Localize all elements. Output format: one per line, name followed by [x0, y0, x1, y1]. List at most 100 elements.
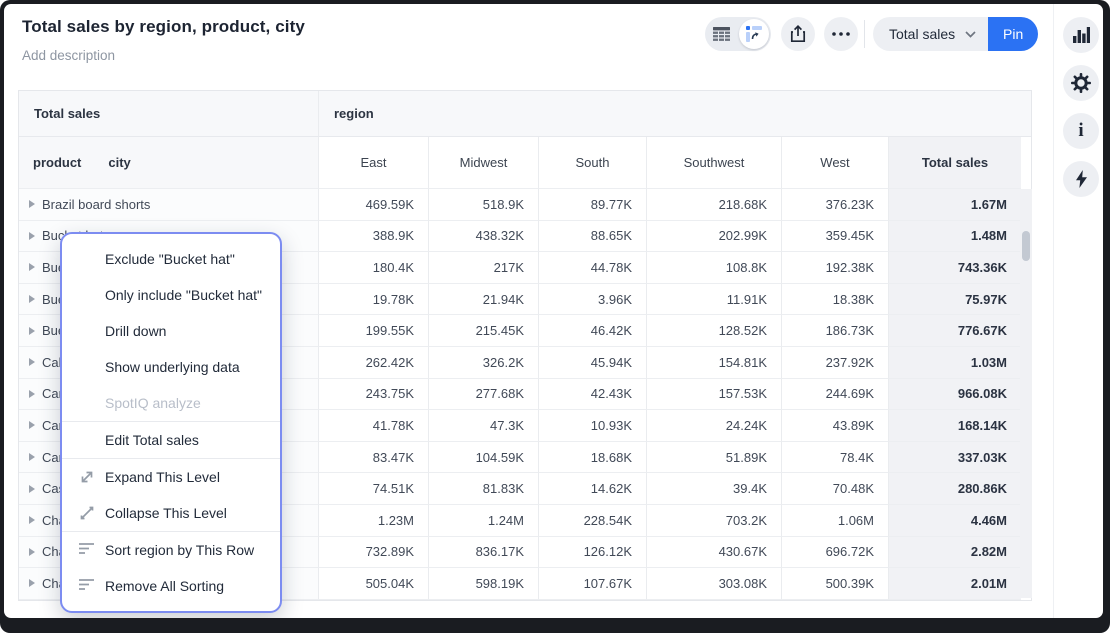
cell-value[interactable]: 128.52K: [647, 315, 782, 347]
cell-value[interactable]: 303.08K: [647, 568, 782, 600]
expand-arrow-icon[interactable]: [29, 421, 35, 429]
expand-arrow-icon[interactable]: [29, 200, 35, 208]
vertical-scrollbar[interactable]: [1020, 189, 1032, 598]
cell-value[interactable]: 19.78K: [319, 284, 429, 316]
cell-value[interactable]: 21.94K: [429, 284, 539, 316]
pin-button[interactable]: Pin: [988, 17, 1038, 51]
expand-arrow-icon[interactable]: [29, 453, 35, 461]
cell-value[interactable]: 11.91K: [647, 284, 782, 316]
row-label-brazil-board-shorts-0[interactable]: Brazil board shorts: [19, 189, 319, 221]
menu-item-edit-total-sales[interactable]: Edit Total sales: [62, 422, 280, 458]
menu-item-drill-down[interactable]: Drill down: [62, 313, 280, 349]
expand-arrow-icon[interactable]: [29, 390, 35, 398]
cell-value[interactable]: 703.2K: [647, 505, 782, 537]
cell-value[interactable]: 598.19K: [429, 568, 539, 600]
cell-value[interactable]: 18.38K: [782, 284, 889, 316]
pivot-view-icon[interactable]: [739, 19, 769, 49]
row-dim-product[interactable]: product: [33, 155, 81, 170]
cell-value[interactable]: 3.96K: [539, 284, 647, 316]
cell-value[interactable]: 1.48M: [889, 221, 1021, 253]
expand-arrow-icon[interactable]: [29, 263, 35, 271]
cell-value[interactable]: 154.81K: [647, 347, 782, 379]
menu-item-sort-region-by-this-row[interactable]: Sort region by This Row: [62, 532, 280, 568]
cell-value[interactable]: 51.89K: [647, 442, 782, 474]
settings-icon[interactable]: [1063, 65, 1099, 101]
cell-value[interactable]: 1.23M: [319, 505, 429, 537]
column-header-east[interactable]: East: [319, 137, 429, 189]
column-header-south[interactable]: South: [539, 137, 647, 189]
more-icon[interactable]: [824, 17, 858, 51]
cell-value[interactable]: 108.8K: [647, 252, 782, 284]
cell-value[interactable]: 732.89K: [319, 537, 429, 569]
cell-value[interactable]: 215.45K: [429, 315, 539, 347]
cell-value[interactable]: 74.51K: [319, 473, 429, 505]
cell-value[interactable]: 2.82M: [889, 537, 1021, 569]
cell-value[interactable]: 192.38K: [782, 252, 889, 284]
cell-value[interactable]: 469.59K: [319, 189, 429, 221]
cell-value[interactable]: 836.17K: [429, 537, 539, 569]
cell-value[interactable]: 388.9K: [319, 221, 429, 253]
cell-value[interactable]: 1.24M: [429, 505, 539, 537]
cell-value[interactable]: 2.01M: [889, 568, 1021, 600]
cell-value[interactable]: 337.03K: [889, 442, 1021, 474]
cell-value[interactable]: 126.12K: [539, 537, 647, 569]
cell-value[interactable]: 14.62K: [539, 473, 647, 505]
cell-value[interactable]: 70.48K: [782, 473, 889, 505]
description-placeholder[interactable]: Add description: [22, 48, 115, 63]
cell-value[interactable]: 262.42K: [319, 347, 429, 379]
cell-value[interactable]: 45.94K: [539, 347, 647, 379]
cell-value[interactable]: 1.06M: [782, 505, 889, 537]
menu-item-show-underlying-data[interactable]: Show underlying data: [62, 349, 280, 385]
flash-icon[interactable]: [1063, 161, 1099, 197]
row-dim-city[interactable]: city: [108, 155, 130, 170]
cell-value[interactable]: 743.36K: [889, 252, 1021, 284]
expand-arrow-icon[interactable]: [29, 358, 35, 366]
cell-value[interactable]: 518.9K: [429, 189, 539, 221]
measure-dropdown[interactable]: Total sales: [873, 17, 988, 51]
cell-value[interactable]: 42.43K: [539, 379, 647, 411]
share-icon[interactable]: [781, 17, 815, 51]
cell-value[interactable]: 47.3K: [429, 410, 539, 442]
menu-item-remove-all-sorting[interactable]: Remove All Sorting: [62, 568, 280, 604]
cell-value[interactable]: 376.23K: [782, 189, 889, 221]
cell-value[interactable]: 168.14K: [889, 410, 1021, 442]
scrollbar-thumb[interactable]: [1022, 231, 1030, 261]
menu-item-collapse-this-level[interactable]: Collapse This Level: [62, 495, 280, 531]
cell-value[interactable]: 500.39K: [782, 568, 889, 600]
info-icon[interactable]: i: [1063, 113, 1099, 149]
cell-value[interactable]: 78.4K: [782, 442, 889, 474]
cell-value[interactable]: 81.83K: [429, 473, 539, 505]
expand-arrow-icon[interactable]: [29, 232, 35, 240]
cell-value[interactable]: 217K: [429, 252, 539, 284]
cell-value[interactable]: 39.4K: [647, 473, 782, 505]
cell-value[interactable]: 104.59K: [429, 442, 539, 474]
menu-item-exclude-bucket-hat[interactable]: Exclude "Bucket hat": [62, 241, 280, 277]
cell-value[interactable]: 43.89K: [782, 410, 889, 442]
table-view-icon[interactable]: [705, 17, 738, 51]
cell-value[interactable]: 107.67K: [539, 568, 647, 600]
cell-value[interactable]: 202.99K: [647, 221, 782, 253]
expand-arrow-icon[interactable]: [29, 548, 35, 556]
cell-value[interactable]: 180.4K: [319, 252, 429, 284]
cell-value[interactable]: 24.24K: [647, 410, 782, 442]
expand-arrow-icon[interactable]: [29, 295, 35, 303]
column-header-total-sales[interactable]: Total sales: [889, 137, 1021, 189]
cell-value[interactable]: 966.08K: [889, 379, 1021, 411]
cell-value[interactable]: 244.69K: [782, 379, 889, 411]
expand-arrow-icon[interactable]: [29, 485, 35, 493]
cell-value[interactable]: 4.46M: [889, 505, 1021, 537]
cell-value[interactable]: 359.45K: [782, 221, 889, 253]
column-header-midwest[interactable]: Midwest: [429, 137, 539, 189]
menu-item-expand-this-level[interactable]: Expand This Level: [62, 459, 280, 495]
cell-value[interactable]: 237.92K: [782, 347, 889, 379]
cell-value[interactable]: 228.54K: [539, 505, 647, 537]
expand-arrow-icon[interactable]: [29, 327, 35, 335]
chart-icon[interactable]: [1063, 17, 1099, 53]
cell-value[interactable]: 1.03M: [889, 347, 1021, 379]
cell-value[interactable]: 277.68K: [429, 379, 539, 411]
cell-value[interactable]: 75.97K: [889, 284, 1021, 316]
expand-arrow-icon[interactable]: [29, 579, 35, 587]
column-header-west[interactable]: West: [782, 137, 889, 189]
cell-value[interactable]: 41.78K: [319, 410, 429, 442]
cell-value[interactable]: 776.67K: [889, 315, 1021, 347]
